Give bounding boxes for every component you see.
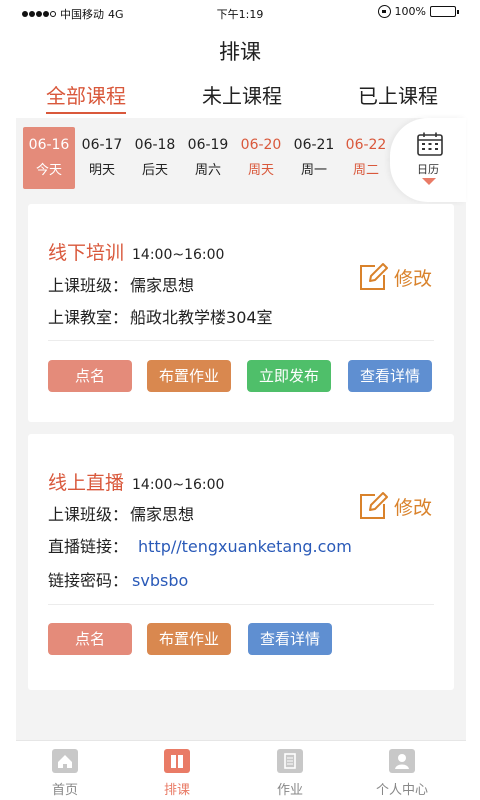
date-weekday: 周一 <box>300 163 327 178</box>
date-weekday: 今天 <box>35 163 62 178</box>
edit-course-button[interactable]: 修改 <box>358 262 432 292</box>
homework-icon <box>277 749 303 773</box>
course-name: 线下培训 <box>48 242 125 264</box>
date-strip: 06-16 今天 06-17 明天 06-18 后天 06-19 周六 06-2… <box>16 118 466 202</box>
date-weekday: 周二 <box>352 163 379 178</box>
tab-finished-courses[interactable]: 已上课程 <box>358 80 438 109</box>
date-text: 06-19 <box>187 137 229 153</box>
nav-label: 首页 <box>51 783 78 798</box>
date-weekday: 周六 <box>194 163 221 178</box>
date-weekday: 周天 <box>247 163 274 178</box>
edit-icon <box>359 263 388 290</box>
nav-homework[interactable]: 作业 <box>250 749 330 798</box>
date-item[interactable]: 06-16 今天 <box>23 127 75 189</box>
edit-label: 修改 <box>393 496 432 519</box>
live-link-info: 直播链接： http//tengxuanketang.com <box>48 533 352 557</box>
assign-homework-button[interactable]: 布置作业 <box>147 623 231 655</box>
assign-homework-button[interactable]: 布置作业 <box>147 360 231 392</box>
room-info: 上课教室： 船政北教学楼304室 <box>48 304 273 328</box>
date-text: 06-16 <box>28 137 70 153</box>
rotation-lock-icon <box>377 5 391 18</box>
calendar-button[interactable]: 日历 <box>390 118 466 202</box>
home-icon <box>52 749 78 773</box>
live-link-label: 直播链接： <box>48 537 129 556</box>
edit-label: 修改 <box>393 267 432 290</box>
publish-now-button[interactable]: 立即发布 <box>247 360 331 392</box>
date-item[interactable]: 06-21 周一 <box>288 127 340 189</box>
date-item[interactable]: 06-18 后天 <box>129 127 181 189</box>
course-time: 14:00~16:00 <box>132 477 225 493</box>
page-title: 排课 <box>219 40 261 64</box>
room-label: 上课教室： <box>48 308 129 327</box>
roll-call-button[interactable]: 点名 <box>48 623 132 655</box>
room-value: 船政北教学楼304室 <box>130 308 273 327</box>
course-time: 14:00~16:00 <box>132 247 225 263</box>
date-text: 06-21 <box>293 137 335 153</box>
class-info: 上课班级： 儒家思想 <box>48 501 194 525</box>
class-label: 上课班级： <box>48 276 129 295</box>
edit-icon <box>359 492 388 519</box>
date-text: 06-17 <box>81 137 123 153</box>
course-card: 线下培训 14:00~16:00 上课班级： 儒家思想 上课教室： 船政北教学楼30… <box>28 204 454 422</box>
course-name: 线上直播 <box>48 472 125 494</box>
date-item[interactable]: 06-19 周六 <box>182 127 234 189</box>
profile-icon <box>389 749 415 773</box>
nav-label: 作业 <box>276 783 303 798</box>
bottom-nav: 首页 排课 作业 个人中心 <box>16 740 466 800</box>
active-tab-underline <box>46 112 126 114</box>
class-info: 上课班级： 儒家思想 <box>48 272 194 296</box>
card-divider <box>48 340 434 341</box>
link-password-info: 链接密码： svbsbo <box>48 567 188 591</box>
date-weekday: 后天 <box>141 163 168 178</box>
course-header: 线下培训 14:00~16:00 <box>48 238 224 265</box>
caret-down-icon <box>422 178 436 185</box>
course-header: 线上直播 14:00~16:00 <box>48 468 224 495</box>
live-link[interactable]: http//tengxuanketang.com <box>138 537 352 556</box>
date-weekday: 明天 <box>88 163 115 178</box>
nav-label: 个人中心 <box>375 783 428 798</box>
tab-all-courses[interactable]: 全部课程 <box>46 80 126 109</box>
nav-profile[interactable]: 个人中心 <box>362 749 442 798</box>
link-password-label: 链接密码： <box>48 571 129 590</box>
course-tabs: 全部课程 未上课程 已上课程 <box>0 80 480 120</box>
date-item[interactable]: 06-22 周二 <box>340 127 392 189</box>
card-divider <box>48 604 434 605</box>
class-value: 儒家思想 <box>130 276 195 295</box>
date-text: 06-20 <box>240 137 282 153</box>
nav-label: 排课 <box>163 783 190 798</box>
roll-call-button[interactable]: 点名 <box>48 360 132 392</box>
view-details-button[interactable]: 查看详情 <box>248 623 332 655</box>
date-text: 06-22 <box>345 137 387 153</box>
nav-home[interactable]: 首页 <box>25 749 105 798</box>
date-item[interactable]: 06-20 周天 <box>235 127 287 189</box>
course-card: 线上直播 14:00~16:00 上课班级： 儒家思想 直播链接： http//te… <box>28 434 454 690</box>
status-right: 100% <box>377 5 459 18</box>
status-bar: 中国移动 4G 下午1:19 100% <box>0 0 480 26</box>
class-label: 上课班级： <box>48 505 129 524</box>
calendar-label: 日历 <box>417 163 439 176</box>
calendar-icon <box>417 132 443 156</box>
view-details-button[interactable]: 查看详情 <box>348 360 432 392</box>
tab-upcoming-courses[interactable]: 未上课程 <box>202 80 282 109</box>
edit-course-button[interactable]: 修改 <box>358 491 432 521</box>
battery-percent: 100% <box>394 5 426 18</box>
schedule-icon <box>164 749 190 773</box>
date-item[interactable]: 06-17 明天 <box>76 127 128 189</box>
battery-icon <box>430 6 459 17</box>
class-value: 儒家思想 <box>130 505 195 524</box>
date-text: 06-18 <box>134 137 176 153</box>
nav-schedule[interactable]: 排课 <box>137 749 217 798</box>
link-password-value: svbsbo <box>132 571 189 590</box>
